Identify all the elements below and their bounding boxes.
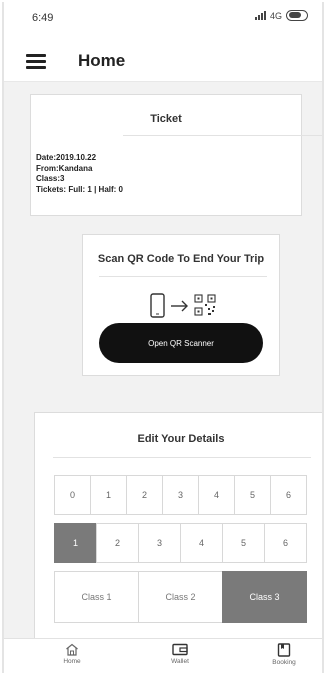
full-count-option[interactable]: 3 <box>162 475 199 515</box>
nav-home[interactable]: Home <box>42 643 102 665</box>
divider <box>123 135 322 136</box>
ticket-details: Date:2019.10.22 From:Kandana Class:3 Tic… <box>36 153 123 195</box>
full-count-option[interactable]: 4 <box>198 475 235 515</box>
full-count-option[interactable]: 0 <box>54 475 91 515</box>
edit-details-card: Edit Your Details 0 1 2 3 4 5 6 1 2 3 4 … <box>34 412 322 640</box>
half-count-option[interactable]: 5 <box>222 523 265 563</box>
full-ticket-selector: 0 1 2 3 4 5 6 <box>54 475 307 515</box>
nav-booking[interactable]: Booking <box>254 643 314 666</box>
network-label: 4G <box>269 10 282 21</box>
nav-home-label: Home <box>63 658 81 665</box>
ticket-date: Date:2019.10.22 <box>36 153 97 162</box>
qr-card: Scan QR Code To End Your Trip Open QR Sc… <box>82 234 280 376</box>
half-count-option[interactable]: 2 <box>96 523 139 563</box>
class-option-selected[interactable]: Class 3 <box>222 571 307 623</box>
details-title: Edit Your Details <box>137 433 225 445</box>
app-screen: 6:49 4G Home Ticket Date:2019.10.22 From… <box>2 2 324 673</box>
menu-icon[interactable] <box>26 54 46 69</box>
ticket-from: From:Kandana <box>36 163 93 173</box>
status-time: 6:49 <box>32 12 54 24</box>
divider <box>53 457 311 458</box>
class-option[interactable]: Class 2 <box>138 571 223 623</box>
full-count-option[interactable]: 1 <box>90 475 127 515</box>
full-count-option[interactable]: 6 <box>270 475 307 515</box>
booking-icon <box>277 643 291 657</box>
full-count-option[interactable]: 5 <box>234 475 271 515</box>
ticket-count: Tickets: Full: 1 | Half: 0 <box>36 184 123 194</box>
app-bar: Home <box>4 32 322 82</box>
wallet-icon <box>172 643 188 656</box>
divider <box>99 276 267 277</box>
ticket-card: Ticket Date:2019.10.22 From:Kandana Clas… <box>30 94 322 216</box>
half-count-option-selected[interactable]: 1 <box>54 523 97 563</box>
phone-scan-qr-icon <box>150 293 216 318</box>
full-count-option[interactable]: 2 <box>126 475 163 515</box>
open-qr-scanner-button[interactable]: Open QR Scanner <box>99 323 263 363</box>
battery-icon <box>286 10 308 21</box>
half-count-option[interactable]: 4 <box>180 523 223 563</box>
ticket-class: Class:3 <box>36 174 65 183</box>
ticket-title: Ticket <box>150 113 182 125</box>
bottom-navigation: Home Wallet Booking <box>4 638 322 673</box>
qr-title: Scan QR Code To End Your Trip <box>97 253 265 265</box>
class-option[interactable]: Class 1 <box>54 571 139 623</box>
signal-icon <box>254 11 266 20</box>
nav-wallet[interactable]: Wallet <box>150 643 210 665</box>
status-bar: 6:49 4G <box>4 2 322 32</box>
nav-wallet-label: Wallet <box>171 658 189 665</box>
half-ticket-selector: 1 2 3 4 5 6 <box>54 523 307 563</box>
half-count-option[interactable]: 3 <box>138 523 181 563</box>
nav-booking-label: Booking <box>272 659 296 666</box>
half-count-option[interactable]: 6 <box>264 523 307 563</box>
home-icon <box>66 643 78 656</box>
class-selector: Class 1 Class 2 Class 3 <box>54 571 307 623</box>
page-title: Home <box>78 51 126 70</box>
status-indicators: 4G <box>254 10 308 21</box>
